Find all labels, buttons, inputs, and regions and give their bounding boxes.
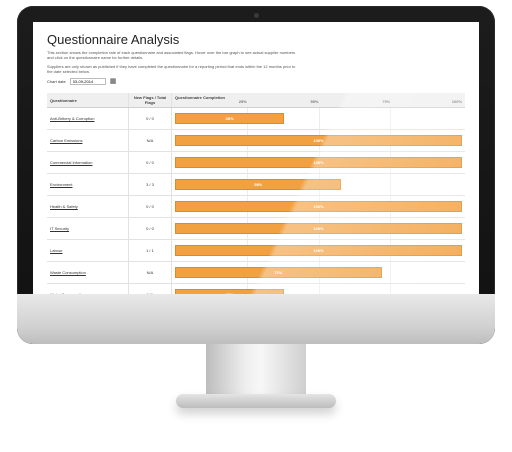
gridline <box>318 108 320 129</box>
flags-cell: N/A <box>128 261 172 284</box>
tick-50: 50% <box>310 99 319 104</box>
completion-label: 72% <box>274 270 283 275</box>
questionnaire-link[interactable]: Anti-Bribery & Corruption <box>50 116 94 121</box>
chart-date-label: Chart date <box>47 79 66 84</box>
completion-bar[interactable]: 72% <box>175 267 382 278</box>
table-row: Water ConsumptionN/A38% <box>47 283 465 294</box>
completion-bar[interactable]: 100% <box>175 245 462 256</box>
chart-date-row: Chart date ▦ <box>47 78 465 85</box>
axis-ticks: 25% 50% 75% 100% <box>175 99 462 105</box>
bar-track: 100% <box>175 196 462 217</box>
completion-label: 100% <box>313 226 324 231</box>
flags-cell: 3 / 3 <box>128 173 172 196</box>
completion-bar[interactable]: 100% <box>175 201 462 212</box>
completion-bar[interactable]: 100% <box>175 223 462 234</box>
flags-cell: 0 / 0 <box>128 195 172 218</box>
table-header-row: Questionnaire New Flags / Total Flags Qu… <box>47 93 465 108</box>
completion-cell: 72% <box>171 261 465 284</box>
questionnaire-link[interactable]: Commercial Information <box>50 160 92 165</box>
completion-bar[interactable]: 100% <box>175 135 462 146</box>
table-row: Carbon Emissions N/A 100% <box>47 129 465 152</box>
completion-cell: 100% <box>171 129 465 152</box>
page-description: This section shows the completion rate o… <box>47 50 296 60</box>
completion-bar[interactable]: 38% <box>175 113 285 124</box>
completion-cell: 100% <box>171 151 465 174</box>
monitor-stand-neck <box>206 344 306 400</box>
questionnaire-link[interactable]: Labour <box>50 248 62 253</box>
completion-cell: 38% <box>171 107 465 130</box>
monitor-stand-base <box>176 394 336 408</box>
monitor-chin <box>17 294 495 344</box>
questionnaire-link[interactable]: IT Security <box>50 226 69 231</box>
camera-dot <box>254 13 259 18</box>
completion-label: 38% <box>225 116 234 121</box>
questionnaire-cell: Carbon Emissions <box>47 129 129 152</box>
bar-track: 100% <box>175 218 462 239</box>
bar-track: 38% <box>175 284 462 294</box>
gridline <box>390 108 392 129</box>
questionnaire-link[interactable]: Environment <box>50 182 72 187</box>
questionnaire-link[interactable]: Health & Safety <box>50 204 78 209</box>
completion-label: 58% <box>254 182 263 187</box>
table-row: Commercial Information 0 / 0 100% <box>47 151 465 174</box>
questionnaire-analysis-page: Questionnaire Analysis This section show… <box>33 22 479 294</box>
completion-cell: 100% <box>171 195 465 218</box>
flags-cell: 0 / 0 <box>128 151 172 174</box>
questionnaire-table: Questionnaire New Flags / Total Flags Qu… <box>47 93 465 294</box>
completion-label: 100% <box>313 248 324 253</box>
completion-bar[interactable]: 100% <box>175 157 462 168</box>
tick-25: 25% <box>238 99 247 104</box>
questionnaire-cell: Commercial Information <box>47 151 129 174</box>
chart-date-input[interactable] <box>69 78 106 85</box>
questionnaire-link[interactable]: Waste Consumption <box>50 270 86 275</box>
questionnaire-cell: Environment <box>47 173 129 196</box>
header-flags: New Flags / Total Flags <box>128 93 172 108</box>
table-row: Environment 3 / 3 58% <box>47 173 465 196</box>
table-row: Health & Safety 0 / 0 100% <box>47 195 465 218</box>
header-questionnaire: Questionnaire <box>47 93 129 108</box>
completion-cell: 58% <box>171 173 465 196</box>
flags-cell: N/A <box>128 283 172 294</box>
completion-label: 100% <box>313 204 324 209</box>
bar-track: 72% <box>175 262 462 283</box>
calendar-icon[interactable]: ▦ <box>110 78 117 85</box>
completion-cell: 100% <box>171 217 465 240</box>
tick-100: 100% <box>451 99 462 104</box>
monitor-frame: Questionnaire Analysis This section show… <box>17 6 495 344</box>
table-row: Waste Consumption N/A 72% <box>47 261 465 284</box>
bar-track: 58% <box>175 174 462 195</box>
completion-cell: 38% <box>171 283 465 294</box>
header-completion: Questionnaire Completion 25% 50% 75% 100… <box>171 93 465 108</box>
bar-track: 100% <box>175 240 462 261</box>
questionnaire-cell: Waste Consumption <box>47 261 129 284</box>
gridline <box>390 262 392 283</box>
gridline <box>390 174 392 195</box>
bar-track: 38% <box>175 108 462 129</box>
flags-cell: 0 / 0 <box>128 217 172 240</box>
flags-cell: 1 / 1 <box>128 239 172 262</box>
completion-label: 100% <box>313 160 324 165</box>
questionnaire-cell: IT Security <box>47 217 129 240</box>
completion-label: 100% <box>313 138 324 143</box>
flags-cell: N/A <box>128 129 172 152</box>
completion-cell: 100% <box>171 239 465 262</box>
completion-bar[interactable]: 58% <box>175 179 342 190</box>
bar-track: 100% <box>175 152 462 173</box>
questionnaire-cell: Anti-Bribery & Corruption <box>47 107 129 130</box>
page-note: Suppliers are only shown as published if… <box>47 64 296 74</box>
gridline <box>390 284 392 294</box>
gridline <box>318 284 320 294</box>
flags-cell: 0 / 0 <box>128 107 172 130</box>
page-title: Questionnaire Analysis <box>47 32 180 47</box>
bar-track: 100% <box>175 130 462 151</box>
tick-75: 75% <box>382 99 391 104</box>
questionnaire-cell: Health & Safety <box>47 195 129 218</box>
questionnaire-link[interactable]: Carbon Emissions <box>50 138 82 143</box>
questionnaire-cell: Water Consumption <box>47 283 129 294</box>
table-row: Anti-Bribery & Corruption 0 / 0 38% <box>47 107 465 130</box>
table-row: IT Security 0 / 0 100% <box>47 217 465 240</box>
table-row: Labour 1 / 1 100% <box>47 239 465 262</box>
screen: Questionnaire Analysis This section show… <box>33 22 479 294</box>
questionnaire-cell: Labour <box>47 239 129 262</box>
